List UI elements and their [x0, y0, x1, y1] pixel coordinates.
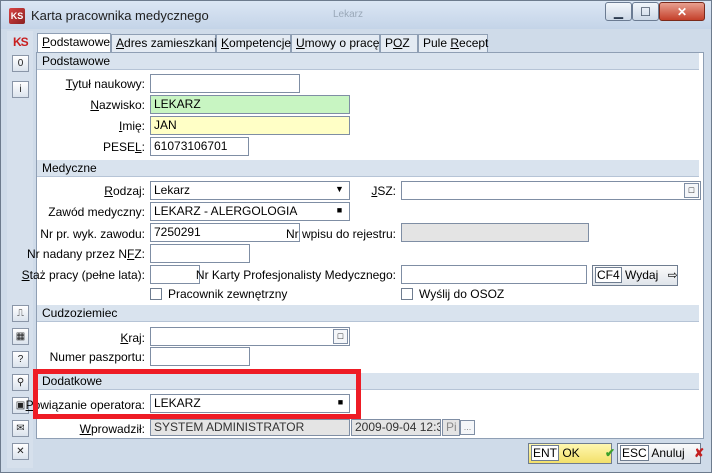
info-icon: i	[19, 84, 22, 95]
close-window-button[interactable]: ✕	[659, 2, 705, 21]
calculator-button[interactable]: ▦	[12, 328, 29, 345]
label-wprowadzil: Wprowadził:	[79, 422, 145, 436]
zero-button[interactable]: 0	[12, 55, 29, 72]
pracownik-zewnetrzny-checkbox[interactable]	[150, 288, 162, 300]
label-nr-nadany-przez-nfz: Nr nadany przez NFZ:	[26, 247, 145, 261]
mail-icon: ✉	[16, 423, 25, 434]
jsz-lookup-button[interactable]: □	[684, 183, 699, 198]
rodzaj-select[interactable]: Lekarz	[150, 181, 350, 200]
imie-input[interactable]: JAN	[150, 116, 350, 135]
wprowadzil-value: SYSTEM ADMINISTRATOR	[150, 419, 350, 436]
search-icon: ⚲	[16, 377, 25, 388]
cancel-button[interactable]: ESC Anuluj ✘	[617, 443, 705, 464]
export-arrow-icon: ⇨	[667, 268, 678, 282]
tab-kompetencje[interactable]: Kompetencje	[216, 34, 291, 52]
pracownik-zewnetrzny-label: Pracownik zewnętrzny	[168, 287, 288, 301]
app-icon: KS	[9, 8, 25, 24]
checkmark-icon: ✔	[605, 446, 616, 460]
wprowadzil-details-button[interactable]: ...	[460, 420, 475, 435]
cancel-shortcut-key: ESC	[620, 445, 649, 461]
jsz-input[interactable]	[401, 181, 701, 200]
label-nr-pr-wyk-zawodu: Nr pr. wyk. zawodu:	[40, 227, 145, 241]
label-jsz: JSZ:	[371, 184, 396, 198]
label-tytul-naukowy: Tytuł naukowy:	[65, 77, 145, 91]
kraj-lookup-button[interactable]: □	[333, 329, 348, 344]
wyslij-do-osoz-label: Wyślij do OSOZ	[419, 287, 505, 301]
label-nr-karty-profesjonalisty: Nr Karty Profesjonalisty Medycznego:	[195, 268, 396, 282]
label-pesel: PESEL:	[102, 140, 145, 154]
nr-wpisu-do-rejestru-input[interactable]	[401, 223, 589, 242]
label-nr-wpisu-do-rejestru: Nr wpisu do rejestru:	[285, 227, 396, 241]
wydaj-button[interactable]: CF4 Wydaj ⇨	[592, 265, 678, 286]
zawod-lookup-button[interactable]: ■	[332, 204, 347, 219]
wydaj-shortcut-key: CF4	[595, 267, 622, 283]
tab-adres-zamieszkania[interactable]: Adres zamieszkania	[111, 34, 223, 52]
kraj-input[interactable]	[150, 327, 350, 346]
minimize-icon: ▁	[613, 5, 624, 19]
ks-logo-icon: KS	[13, 35, 29, 49]
label-kraj: Kraj:	[120, 331, 145, 345]
highlight-annotation	[33, 369, 361, 419]
chevron-down-icon[interactable]: ▼	[332, 183, 347, 198]
zero-icon: 0	[17, 58, 24, 69]
label-staz-pracy: Staż pracy (pełne lata):	[21, 268, 145, 282]
exit-button[interactable]: ✕	[12, 443, 29, 460]
numer-paszportu-input[interactable]	[150, 347, 250, 366]
minimize-button[interactable]: ▁	[605, 2, 632, 21]
maximize-button[interactable]: ☐	[632, 2, 659, 21]
tab-poz[interactable]: POZ	[380, 34, 418, 52]
calculator-icon: ▦	[15, 331, 26, 342]
label-imie: Imię:	[118, 119, 145, 133]
nazwisko-input[interactable]: LEKARZ	[150, 95, 350, 114]
ok-shortcut-key: ENT	[531, 445, 559, 461]
label-numer-paszportu: Numer paszportu:	[49, 350, 145, 364]
label-rodzaj: Rodzaj:	[104, 184, 145, 198]
section-medyczne: Medyczne	[37, 160, 699, 177]
staz-pracy-input[interactable]	[150, 265, 200, 284]
nr-karty-profesjonalisty-input[interactable]	[401, 265, 587, 284]
wprowadzil-date: 2009-09-04 12:37	[351, 419, 441, 436]
window-title: Karta pracownika medycznego	[31, 8, 209, 23]
tab-pule-recept[interactable]: Pule Recept	[418, 34, 488, 52]
section-cudzoziemiec: Cudzoziemiec	[37, 305, 699, 322]
nr-nadany-przez-nfz-input[interactable]	[150, 244, 250, 263]
monitor-button[interactable]: ⎍	[12, 305, 29, 322]
search-button[interactable]: ⚲	[12, 374, 29, 391]
label-nazwisko: Nazwisko:	[90, 98, 145, 112]
wprowadzil-extra: Pi	[442, 419, 460, 436]
label-zawod-medyczny: Zawód medyczny:	[48, 205, 145, 219]
maximize-icon: ☐	[640, 5, 651, 19]
info-button[interactable]: i	[12, 81, 29, 98]
wyslij-do-osoz-checkbox[interactable]	[401, 288, 413, 300]
help-icon: ?	[17, 354, 24, 365]
card-icon: ▣	[15, 400, 26, 411]
zawod-medyczny-input[interactable]: LEKARZ - ALERGOLOGIA	[150, 202, 350, 221]
tab-podstawowe[interactable]: Podstawowe	[37, 33, 111, 52]
ok-button[interactable]: ENT OK ✔	[528, 443, 616, 464]
section-podstawowe: Podstawowe	[37, 53, 699, 70]
close-icon: ✕	[676, 5, 688, 19]
help-button[interactable]: ?	[12, 351, 29, 368]
title-bar[interactable]: KS Karta pracownika medycznego Lekarz ▁ …	[1, 1, 711, 29]
footer-bar: ENT OK ✔ ESC Anuluj ✘	[36, 442, 704, 467]
close-icon: ✕	[16, 446, 25, 457]
tytul-naukowy-input[interactable]	[150, 74, 300, 93]
mail-button[interactable]: ✉	[12, 420, 29, 437]
nr-pr-wyk-zawodu-input[interactable]: 7250291	[150, 223, 300, 242]
tab-umowy-o-prace[interactable]: Umowy o pracę	[291, 34, 380, 52]
main-window: KS Karta pracownika medycznego Lekarz ▁ …	[0, 0, 712, 473]
cross-icon: ✘	[694, 446, 705, 460]
monitor-icon: ⎍	[17, 308, 24, 319]
background-window-title: Lekarz	[333, 9, 364, 20]
pesel-input[interactable]: 61073106701	[150, 137, 249, 156]
